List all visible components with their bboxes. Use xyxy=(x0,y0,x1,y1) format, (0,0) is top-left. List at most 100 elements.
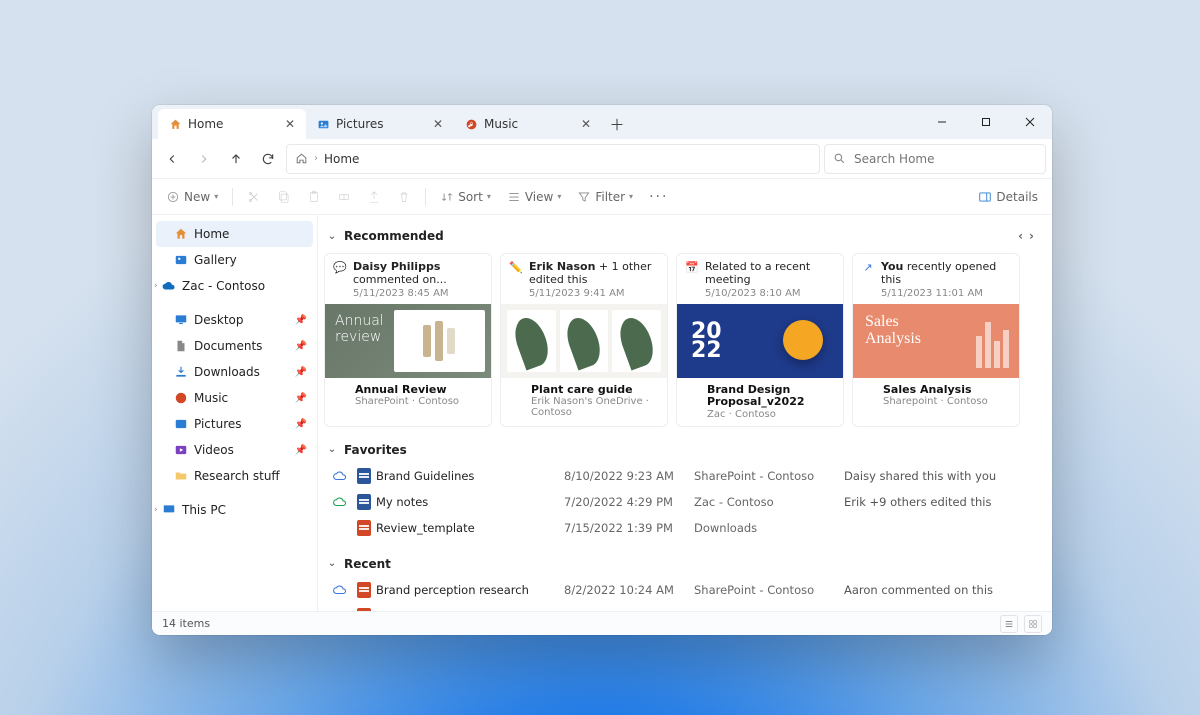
file-row[interactable]: Review_template7/15/2022 1:39 PMDownload… xyxy=(324,515,1036,541)
close-icon[interactable]: ✕ xyxy=(578,116,594,132)
filetype-icon xyxy=(352,494,376,510)
address-bar[interactable]: › Home xyxy=(286,144,820,174)
content-pane: ⌄ Recommended ‹ › 💬Daisy Philipps commen… xyxy=(318,215,1052,611)
sidebar-item-label: Zac - Contoso xyxy=(182,279,265,293)
documents-icon xyxy=(174,339,188,353)
window-controls xyxy=(920,105,1052,139)
recommended-card[interactable]: ✏️Erik Nason + 1 other edited this5/11/2… xyxy=(500,253,668,427)
recommended-card[interactable]: ↗You recently opened this5/11/2023 11:01… xyxy=(852,253,1020,427)
chevron-down-icon: ▾ xyxy=(557,192,561,201)
chevron-down-icon: ⌄ xyxy=(326,231,338,242)
close-icon[interactable]: ✕ xyxy=(282,116,298,132)
file-activity: Aaron commented on this xyxy=(844,583,1032,597)
cloud-status-icon xyxy=(328,583,352,597)
reason-icon: ✏️ xyxy=(509,260,523,274)
scroll-left-button[interactable]: ‹ xyxy=(1018,229,1023,243)
file-activity: Daisy shared this with you xyxy=(844,469,1032,483)
chevron-down-icon: ⌄ xyxy=(326,558,338,569)
sidebar-item-label: Research stuff xyxy=(194,469,280,483)
details-pane-button[interactable]: Details xyxy=(972,184,1044,210)
view-list-button[interactable] xyxy=(1000,615,1018,633)
refresh-button[interactable] xyxy=(254,145,282,173)
sidebar-item-downloads[interactable]: Downloads 📌 xyxy=(156,359,313,385)
tab-home[interactable]: Home ✕ xyxy=(158,109,306,139)
forward-button[interactable] xyxy=(190,145,218,173)
pin-icon: 📌 xyxy=(295,367,307,378)
filetype-icon xyxy=(352,582,376,598)
maximize-button[interactable] xyxy=(964,105,1008,139)
filetype-icon xyxy=(352,468,376,484)
section-recent-header[interactable]: ⌄ Recent xyxy=(324,551,1036,577)
sort-button[interactable]: Sort ▾ xyxy=(434,184,497,210)
file-name: My notes xyxy=(376,495,564,509)
separator xyxy=(232,188,233,206)
sidebar-item-label: Gallery xyxy=(194,253,237,267)
sidebar-item-desktop[interactable]: Desktop 📌 xyxy=(156,307,313,333)
more-button[interactable]: ··· xyxy=(643,184,674,210)
search-input[interactable] xyxy=(852,151,1037,167)
sidebar-item-thispc[interactable]: › This PC xyxy=(156,497,313,523)
pin-icon: 📌 xyxy=(295,393,307,404)
tab-strip: Home ✕ Pictures ✕ Music ✕ ＋ xyxy=(152,105,1052,139)
filter-button[interactable]: Filter ▾ xyxy=(571,184,639,210)
tab-pictures[interactable]: Pictures ✕ xyxy=(306,109,454,139)
sidebar-item-documents[interactable]: Documents 📌 xyxy=(156,333,313,359)
chevron-right-icon[interactable]: › xyxy=(154,281,158,291)
sidebar-item-label: Downloads xyxy=(194,365,260,379)
close-icon[interactable]: ✕ xyxy=(430,116,446,132)
paste-button[interactable] xyxy=(301,184,327,210)
sidebar-item-label: Documents xyxy=(194,339,262,353)
up-button[interactable] xyxy=(222,145,250,173)
sidebar-item-label: Home xyxy=(194,227,229,241)
sidebar-item-folder[interactable]: Research stuff xyxy=(156,463,313,489)
cut-button[interactable] xyxy=(241,184,267,210)
scroll-right-button[interactable]: › xyxy=(1029,229,1034,243)
new-button[interactable]: New ▾ xyxy=(160,184,224,210)
item-count: 14 items xyxy=(162,617,210,630)
file-row[interactable]: My notes7/20/2022 4:29 PMZac - ContosoEr… xyxy=(324,489,1036,515)
recommended-card[interactable]: 💬Daisy Philipps commented on...5/11/2023… xyxy=(324,253,492,427)
recommended-card[interactable]: 📅Related to a recent meeting5/10/2023 8:… xyxy=(676,253,844,427)
cloud-status-icon xyxy=(328,469,352,483)
chevron-down-icon: ▾ xyxy=(487,192,491,201)
view-button[interactable]: View ▾ xyxy=(501,184,568,210)
sidebar-item-pictures[interactable]: Pictures 📌 xyxy=(156,411,313,437)
file-date: 7/20/2022 4:29 PM xyxy=(564,495,694,509)
section-recommended-header[interactable]: ⌄ Recommended ‹ › xyxy=(324,223,1036,249)
sidebar-item-videos[interactable]: Videos 📌 xyxy=(156,437,313,463)
delete-button[interactable] xyxy=(391,184,417,210)
close-button[interactable] xyxy=(1008,105,1052,139)
filetype-icon xyxy=(352,520,376,536)
file-row[interactable]: 2022_year_in_review7/27/2022 8:44 AMDown… xyxy=(324,603,1036,611)
videos-icon xyxy=(174,443,188,457)
folder-icon xyxy=(174,469,188,483)
sidebar-item-onedrive[interactable]: › Zac - Contoso xyxy=(156,273,313,299)
reason-icon: 💬 xyxy=(333,260,347,274)
breadcrumb-root[interactable]: Home xyxy=(324,152,359,166)
command-bar: New ▾ Sort ▾ View ▾ Filter ▾ ··· xyxy=(152,179,1052,215)
chevron-right-icon[interactable]: › xyxy=(154,505,158,515)
copy-button[interactable] xyxy=(271,184,297,210)
file-row[interactable]: Brand Guidelines8/10/2022 9:23 AMSharePo… xyxy=(324,463,1036,489)
music-icon xyxy=(464,117,478,131)
share-button[interactable] xyxy=(361,184,387,210)
view-grid-button[interactable] xyxy=(1024,615,1042,633)
section-favorites-header[interactable]: ⌄ Favorites xyxy=(324,437,1036,463)
sidebar-item-gallery[interactable]: Gallery xyxy=(156,247,313,273)
home-icon xyxy=(295,152,308,165)
carousel-nav: ‹ › xyxy=(1018,229,1034,243)
sidebar-item-home[interactable]: Home xyxy=(156,221,313,247)
tab-music[interactable]: Music ✕ xyxy=(454,109,602,139)
minimize-button[interactable] xyxy=(920,105,964,139)
back-button[interactable] xyxy=(158,145,186,173)
file-name: Review_template xyxy=(376,521,564,535)
desktop-icon xyxy=(174,313,188,327)
status-bar: 14 items xyxy=(152,611,1052,635)
new-tab-button[interactable]: ＋ xyxy=(602,109,632,139)
search-box[interactable] xyxy=(824,144,1046,174)
file-location: SharePoint - Contoso xyxy=(694,583,844,597)
downloads-icon xyxy=(174,365,188,379)
file-row[interactable]: Brand perception research8/2/2022 10:24 … xyxy=(324,577,1036,603)
rename-button[interactable] xyxy=(331,184,357,210)
sidebar-item-music[interactable]: Music 📌 xyxy=(156,385,313,411)
